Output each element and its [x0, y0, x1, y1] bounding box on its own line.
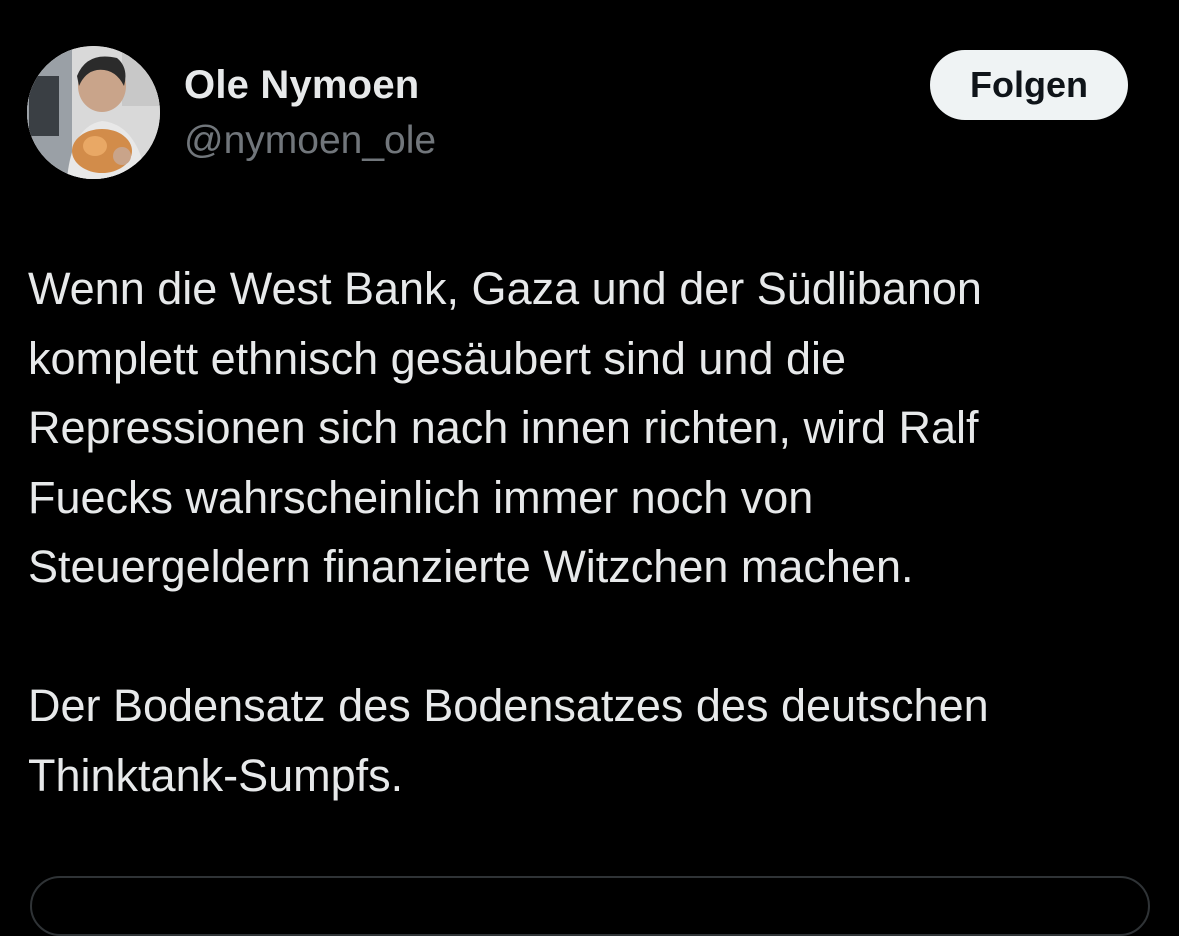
tweet-line: Repressionen sich nach innen richten, wi… [28, 402, 979, 453]
author-display-name[interactable]: Ole Nymoen [184, 63, 419, 108]
avatar[interactable] [27, 46, 160, 179]
tweet-line: Thinktank-Sumpfs. [28, 749, 404, 801]
avatar-photo-icon [27, 46, 160, 179]
author-handle[interactable]: @nymoen_ole [184, 119, 436, 163]
tweet: Ole Nymoen @nymoen_ole Folgen Wenn die W… [0, 0, 1179, 936]
tweet-line: Wenn die West Bank, Gaza und der Südliba… [28, 263, 982, 314]
tweet-line: Fuecks wahrscheinlich immer noch von [28, 471, 814, 523]
tweet-line: Steuergeldern finanzierte Witzchen mache… [28, 541, 914, 592]
tweet-line: Der Bodensatz des Bodensatzes des deutsc… [28, 680, 989, 731]
tweet-line: komplett ethnisch gesäubert sind und die [28, 332, 847, 384]
tweet-text: Wenn die West Bank, Gaza und der Südliba… [28, 254, 1153, 810]
follow-button[interactable]: Folgen [930, 50, 1128, 120]
quoted-tweet-card[interactable] [30, 876, 1150, 936]
